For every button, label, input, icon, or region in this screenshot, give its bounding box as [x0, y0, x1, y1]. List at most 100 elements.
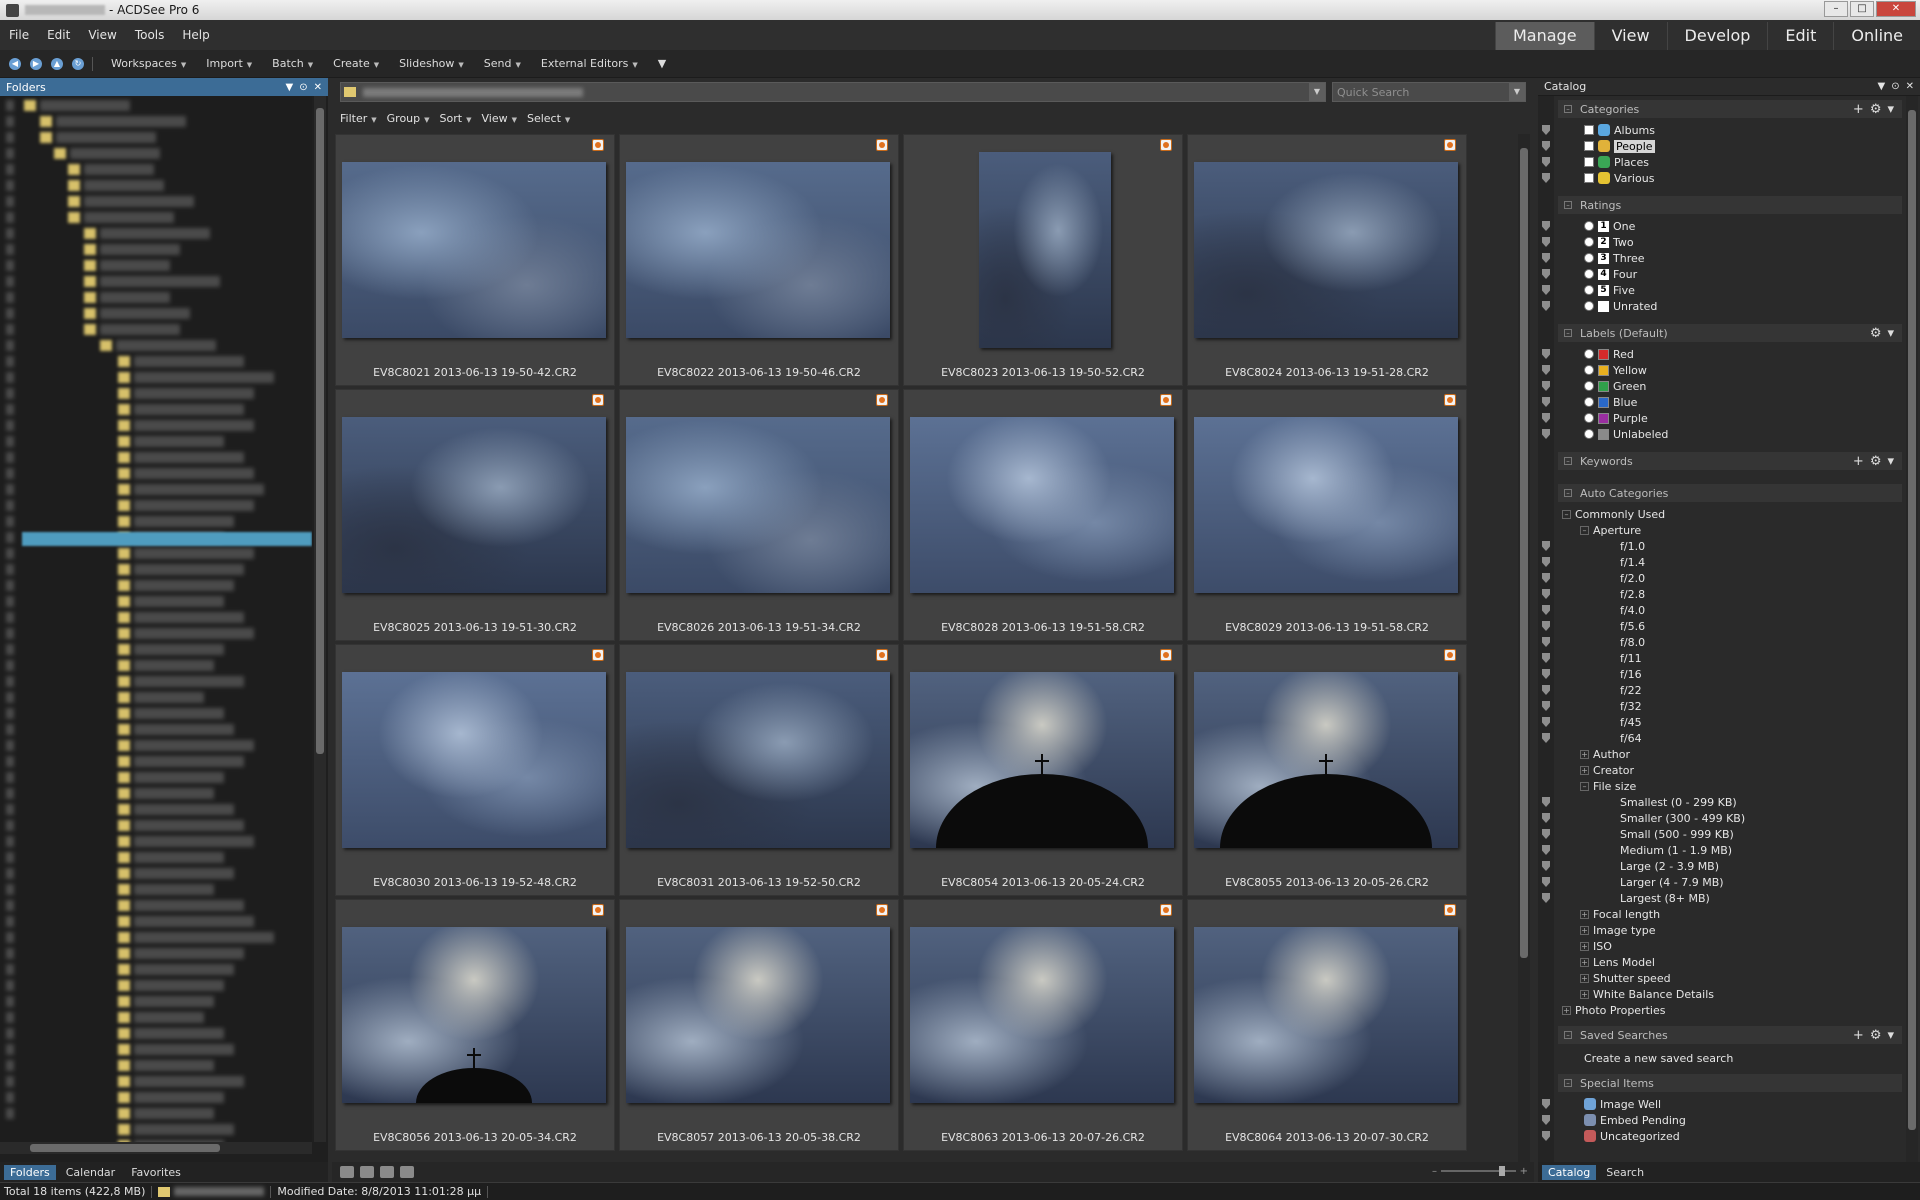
tree-expander[interactable]: [6, 564, 14, 575]
thumbnail-item[interactable]: EV8C8030 2013-06-13 19-52-48.CR2: [335, 644, 615, 896]
tree-expander[interactable]: [6, 292, 14, 303]
tree-folder-label[interactable]: [134, 692, 204, 703]
thumbnail-item[interactable]: EV8C8022 2013-06-13 19-50-46.CR2: [619, 134, 899, 386]
tree-folder-label[interactable]: [134, 836, 254, 847]
tree-folder-label[interactable]: [134, 884, 214, 895]
special-items-section[interactable]: – Special Items: [1558, 1074, 1902, 1092]
commonly-used[interactable]: – Commonly Used: [1562, 506, 1665, 522]
tree-expander[interactable]: [6, 340, 14, 351]
tree-folder-label[interactable]: [134, 404, 244, 415]
zoom-out-icon[interactable]: –: [1432, 1166, 1437, 1177]
tree-expander[interactable]: [6, 1076, 14, 1087]
tree-expander[interactable]: [6, 516, 14, 527]
tree-folder-label[interactable]: [134, 1012, 204, 1023]
toolbar-overflow-icon[interactable]: ▼: [648, 57, 676, 70]
file-size[interactable]: – File size: [1580, 778, 1636, 794]
back-icon[interactable]: ◀: [9, 57, 21, 70]
radio-button[interactable]: [1584, 237, 1594, 247]
radio-button[interactable]: [1584, 253, 1594, 263]
tree-folder-label[interactable]: [134, 1060, 214, 1071]
tree-expander[interactable]: [6, 180, 14, 191]
collapse-toggle-icon[interactable]: –: [1564, 329, 1572, 337]
thumbnail-item[interactable]: EV8C8031 2013-06-13 19-52-50.CR2: [619, 644, 899, 896]
tree-folder-label[interactable]: [134, 468, 254, 479]
gear-icon[interactable]: ⚙: [1870, 1028, 1882, 1043]
gear-icon[interactable]: ⚙: [1870, 454, 1882, 469]
tree-expander[interactable]: [6, 612, 14, 623]
thumbnail-image[interactable]: [1194, 417, 1458, 593]
tree-expander[interactable]: [6, 596, 14, 607]
tree-folder-label[interactable]: [100, 276, 220, 287]
file-size-item[interactable]: Smaller (300 - 499 KB): [1620, 810, 1745, 826]
tree-expander[interactable]: [6, 740, 14, 751]
tree-folder-label[interactable]: [134, 548, 254, 559]
radio-button[interactable]: [1584, 429, 1594, 439]
ratings-section[interactable]: – Ratings: [1558, 196, 1902, 214]
tree-folder-label[interactable]: [134, 1108, 214, 1119]
aperture-item[interactable]: f/8.0: [1620, 634, 1645, 650]
tree-folder-label[interactable]: [56, 116, 186, 127]
tree-expander[interactable]: [6, 100, 14, 111]
radio-button[interactable]: [1584, 413, 1594, 423]
tree-folder-label[interactable]: [134, 356, 244, 367]
tree-expander[interactable]: [6, 804, 14, 815]
mode-online[interactable]: Online: [1833, 22, 1920, 50]
tree-expander[interactable]: [6, 196, 14, 207]
tree-expander[interactable]: [6, 212, 14, 223]
auto-category-item[interactable]: + Focal length: [1580, 906, 1660, 922]
tree-folder-label[interactable]: [134, 644, 224, 655]
tree-expander[interactable]: [6, 868, 14, 879]
label-red[interactable]: Red: [1584, 346, 1634, 362]
send-menu[interactable]: Send ▼: [474, 57, 531, 70]
tree-folder-label[interactable]: [134, 612, 244, 623]
auto-category-item[interactable]: + White Balance Details: [1580, 986, 1714, 1002]
creator[interactable]: + Creator: [1580, 762, 1634, 778]
tree-folder-label[interactable]: [134, 420, 254, 431]
path-field[interactable]: ▼: [340, 82, 1326, 102]
add-icon[interactable]: +: [1853, 102, 1864, 117]
tree-selected-folder[interactable]: [22, 532, 312, 546]
tree-expander[interactable]: [6, 388, 14, 399]
category-albums[interactable]: Albums: [1584, 122, 1655, 138]
tree-expander[interactable]: [6, 1092, 14, 1103]
rating-four[interactable]: 4 Four: [1584, 266, 1637, 282]
view-menu[interactable]: View ▼: [481, 112, 525, 125]
tree-expander[interactable]: [6, 660, 14, 671]
forward-icon[interactable]: ▶: [30, 57, 42, 70]
tree-folder-label[interactable]: [134, 820, 244, 831]
expand-toggle-icon[interactable]: +: [1562, 1005, 1571, 1015]
tree-folder-label[interactable]: [134, 932, 274, 943]
chevron-down-icon[interactable]: ▾: [1887, 1028, 1894, 1043]
label-blue[interactable]: Blue: [1584, 394, 1637, 410]
label-yellow[interactable]: Yellow: [1584, 362, 1647, 378]
mode-develop[interactable]: Develop: [1666, 22, 1768, 50]
tree-folder-label[interactable]: [84, 164, 154, 175]
radio-button[interactable]: [1584, 269, 1594, 279]
tree-folder-label[interactable]: [134, 564, 244, 575]
rating-five[interactable]: 5 Five: [1584, 282, 1635, 298]
tree-folder-label[interactable]: [134, 452, 244, 463]
radio-button[interactable]: [1584, 301, 1594, 311]
thumbnail-item[interactable]: EV8C8063 2013-06-13 20-07-26.CR2: [903, 899, 1183, 1151]
saved-searches-section[interactable]: – Saved Searches + ⚙ ▾: [1558, 1026, 1902, 1044]
thumbnail-item[interactable]: EV8C8025 2013-06-13 19-51-30.CR2: [335, 389, 615, 641]
tree-folder-label[interactable]: [134, 948, 244, 959]
expand-toggle-icon[interactable]: +: [1580, 925, 1589, 935]
thumbnail-image[interactable]: [1194, 927, 1458, 1103]
file-size-item[interactable]: Largest (8+ MB): [1620, 890, 1710, 906]
tree-expander[interactable]: [6, 724, 14, 735]
catalog-scrollbar[interactable]: [1906, 96, 1918, 1162]
tree-expander[interactable]: [6, 916, 14, 927]
tab-catalog[interactable]: Catalog: [1542, 1164, 1597, 1180]
label-purple[interactable]: Purple: [1584, 410, 1648, 426]
tree-folder-label[interactable]: [134, 756, 244, 767]
tree-folder-label[interactable]: [56, 132, 156, 143]
tree-folder-label[interactable]: [134, 388, 254, 399]
chevron-down-icon[interactable]: ▾: [1887, 454, 1894, 469]
maximize-button[interactable]: □: [1850, 1, 1874, 17]
tree-expander[interactable]: [6, 404, 14, 415]
thumbnail-image[interactable]: [910, 927, 1174, 1103]
radio-button[interactable]: [1584, 221, 1594, 231]
checkbox[interactable]: [1584, 141, 1594, 151]
tree-folder-label[interactable]: [70, 148, 160, 159]
